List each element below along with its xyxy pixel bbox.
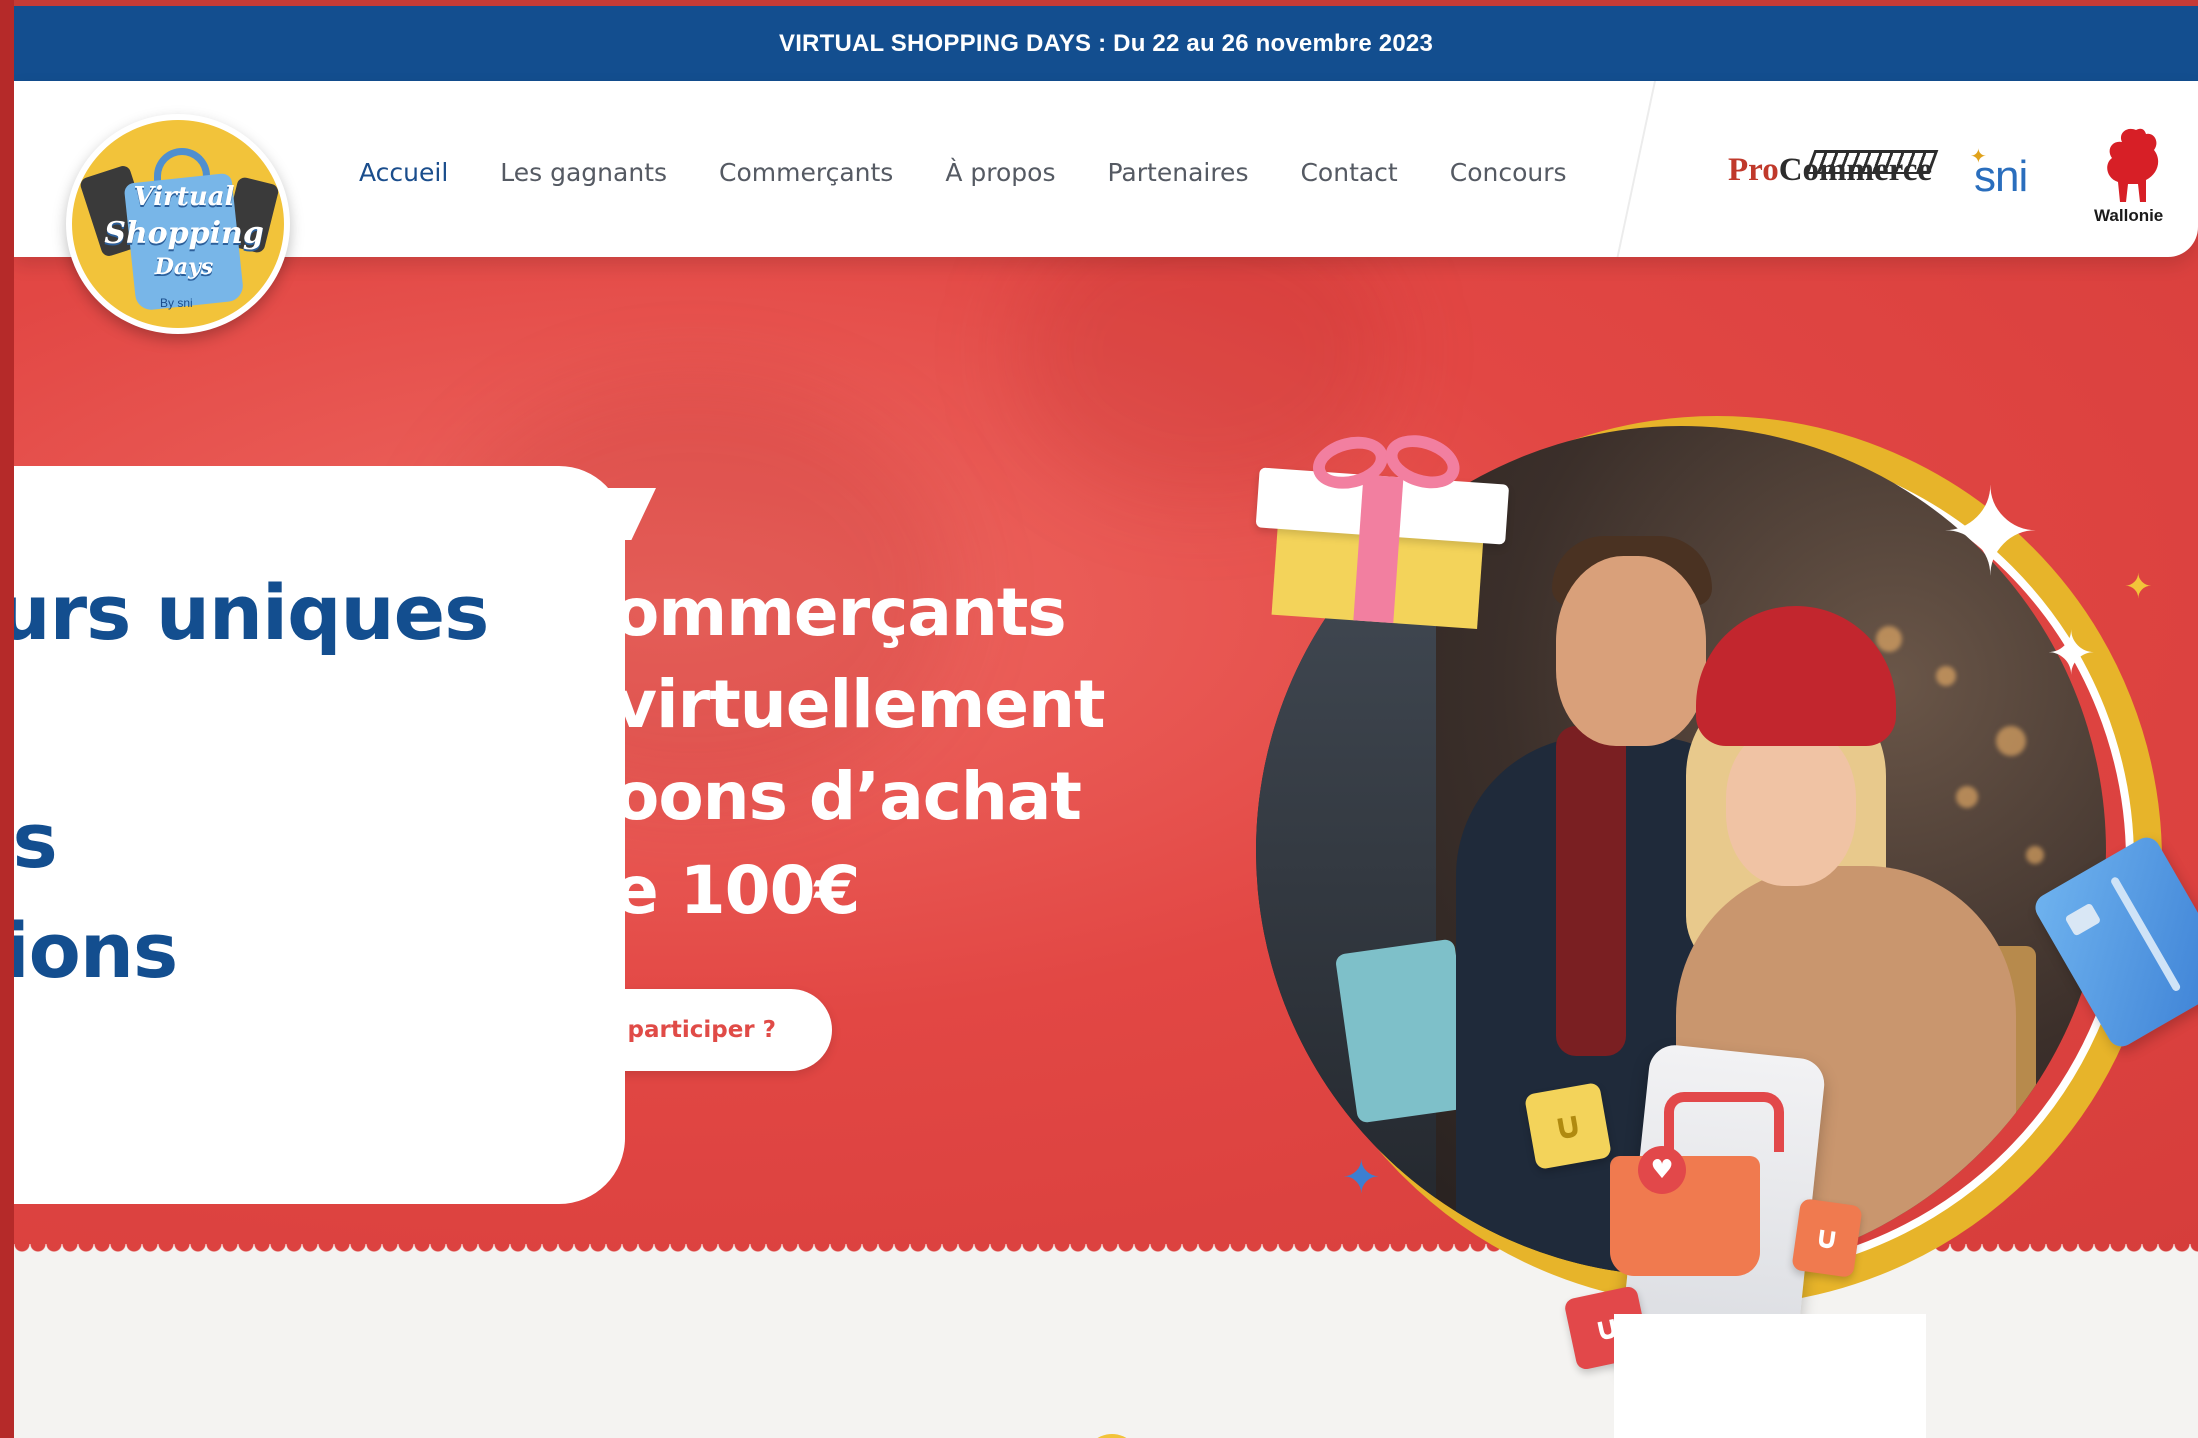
wallonie-label: Wallonie — [2094, 206, 2164, 225]
sparkle-icon: ✦ — [1940, 464, 2041, 603]
man-scarf — [1556, 726, 1626, 1056]
hero-heading-line-1: ommerçants — [614, 574, 1067, 651]
participate-button-label: participer ? — [627, 1017, 776, 1043]
nav-item-les-gagnants[interactable]: Les gagnants — [500, 158, 667, 187]
nav-item-commercants[interactable]: Commerçants — [719, 158, 893, 187]
bokeh-light — [1956, 786, 1978, 808]
woman-red-hat — [1696, 606, 1896, 746]
procommerce-logo[interactable]: ProCommerce — [1728, 152, 1932, 189]
logo-text-days: Days — [154, 254, 214, 280]
bokeh-light — [2026, 846, 2044, 864]
main-navigation: Accueil Les gagnants Commerçants À propo… — [359, 158, 1567, 187]
gift-box-icon — [1251, 426, 1512, 629]
shopping-cube-icon: ∪ — [1523, 1081, 1613, 1171]
card-chip — [2064, 902, 2102, 937]
overlay-caption-line-3: ations — [14, 906, 178, 995]
cart-handle — [1664, 1092, 1784, 1152]
man-head — [1556, 556, 1706, 746]
wallonie-rooster-icon[interactable] — [2096, 124, 2166, 206]
virtual-shopping-days-logo[interactable]: Virtual Shopping Days By sni — [66, 114, 290, 334]
hero-heading-line-4: e 100€ — [614, 852, 860, 929]
logo-text-shopping: Shopping — [104, 216, 264, 251]
nav-item-a-propos[interactable]: À propos — [945, 158, 1055, 187]
event-banner-text: VIRTUAL SHOPPING DAYS : Du 22 au 26 nove… — [778, 29, 1433, 57]
nav-item-contact[interactable]: Contact — [1300, 158, 1397, 187]
sni-logo[interactable]: sni — [1974, 152, 2028, 202]
heart-icon: ♥ — [1638, 1146, 1686, 1194]
page: VIRTUAL SHOPPING DAYS : Du 22 au 26 nove… — [14, 6, 2198, 1438]
section-divider-dot — [1084, 1434, 1140, 1438]
event-banner: VIRTUAL SHOPPING DAYS : Du 22 au 26 nove… — [14, 6, 2198, 81]
sparkle-blue-icon: ✦ — [1342, 1150, 1381, 1204]
logo-byline: By sni — [160, 296, 193, 310]
overlay-caption-line-2: es — [14, 796, 58, 885]
nav-item-accueil[interactable]: Accueil — [359, 158, 448, 187]
shopping-cube-icon: ∪ — [1791, 1198, 1863, 1278]
procommerce-logo-pro: Pro — [1728, 152, 1779, 188]
bokeh-light — [1996, 726, 2026, 756]
window-frame-left — [0, 0, 14, 1438]
overlay-caption-card: eurs uniques es ations — [14, 466, 625, 1204]
logo-text-virtual: Virtual — [133, 182, 235, 212]
sparkle-icon: ✦ — [2046, 619, 2097, 689]
overlay-caption-line-1: eurs uniques — [14, 568, 489, 657]
sparkle-gold-icon: ✦ — [2124, 567, 2153, 607]
hero-heading-line-3: oons d’achat — [614, 758, 1082, 835]
woman-face — [1726, 726, 1856, 886]
bokeh-light — [1876, 626, 1902, 652]
nav-item-concours[interactable]: Concours — [1450, 158, 1567, 187]
bokeh-light — [1936, 666, 1956, 686]
bottom-white-panel — [1614, 1314, 1926, 1438]
card-stripe — [2109, 875, 2182, 993]
nav-item-partenaires[interactable]: Partenaires — [1107, 158, 1248, 187]
procommerce-logo-commerce: Commerce — [1778, 152, 1933, 188]
hero-heading-line-2: virtuellement — [614, 666, 1106, 743]
